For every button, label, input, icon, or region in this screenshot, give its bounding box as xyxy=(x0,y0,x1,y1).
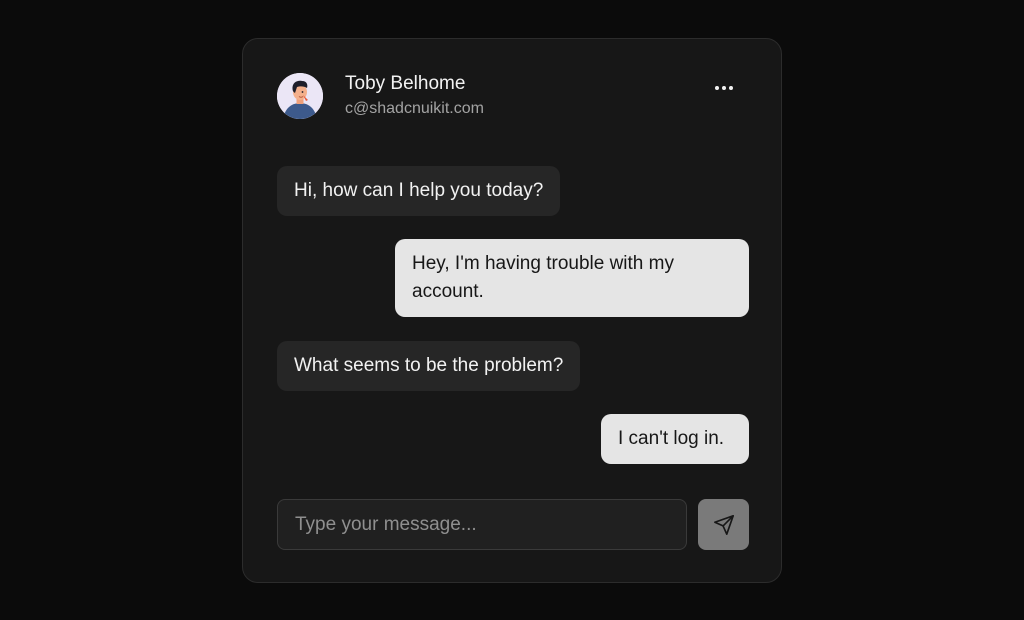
send-button[interactable] xyxy=(698,499,749,550)
avatar xyxy=(277,73,323,119)
message-input[interactable] xyxy=(277,499,687,550)
user-email: c@shadcnuikit.com xyxy=(345,100,484,117)
message-incoming: Hi, how can I help you today? xyxy=(277,166,561,216)
avatar-illustration-icon xyxy=(277,73,323,119)
chat-card: Toby Belhome c@shadcnuikit.com Hi, how c… xyxy=(242,38,782,583)
more-horizontal-icon xyxy=(715,86,733,90)
user-name: Toby Belhome xyxy=(345,73,466,94)
send-icon xyxy=(713,514,734,535)
message-outgoing: Hey, I'm having trouble with my account. xyxy=(395,239,749,317)
message-incoming: What seems to be the problem? xyxy=(277,341,581,391)
more-options-button[interactable] xyxy=(709,75,739,101)
message-outgoing: I can't log in. xyxy=(601,414,749,464)
